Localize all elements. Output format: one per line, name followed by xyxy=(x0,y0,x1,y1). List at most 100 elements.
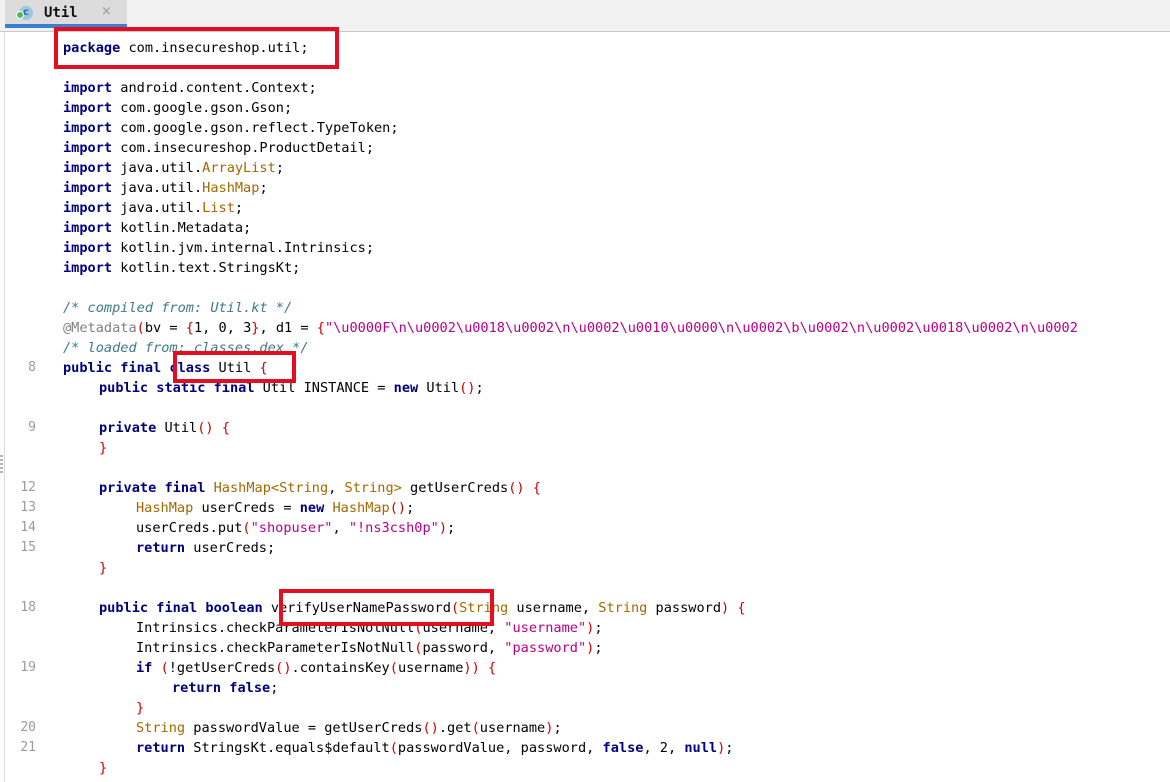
code-token: verifyUserNamePassword xyxy=(262,600,451,616)
code-token: return xyxy=(136,540,186,556)
code-line[interactable] xyxy=(0,458,1170,478)
code-text: private final HashMap<String, String> ge… xyxy=(99,478,541,498)
code-text: Intrinsics.checkParameterIsNotNull(usern… xyxy=(136,618,603,638)
code-token: HashMap xyxy=(136,500,194,516)
code-token: userCreds.put xyxy=(136,520,243,536)
code-line[interactable]: return false; xyxy=(0,678,1170,698)
code-token: , xyxy=(332,520,349,536)
code-line[interactable] xyxy=(0,58,1170,78)
close-icon[interactable]: × xyxy=(101,4,112,19)
code-editor[interactable]: package com.insecureshop.util; import and… xyxy=(0,38,1170,778)
line-number: 15 xyxy=(20,540,36,555)
code-line[interactable]: 20 String passwordValue = getUserCreds().… xyxy=(0,718,1170,738)
code-token: ) { xyxy=(721,600,746,616)
editor-tab-util[interactable]: c Util × xyxy=(5,0,127,28)
code-line[interactable]: 8 public final class Util { xyxy=(0,358,1170,378)
code-token: , xyxy=(328,480,345,496)
code-token: .containsKey xyxy=(291,660,390,676)
code-token: import xyxy=(63,140,113,156)
code-token: android.content.Context; xyxy=(112,80,317,96)
code-token: kotlin.text.StringsKt; xyxy=(112,260,301,276)
code-token: return xyxy=(136,740,186,756)
code-line[interactable]: /* compiled from: Util.kt */ xyxy=(0,298,1170,318)
code-token: import xyxy=(63,200,113,216)
code-token: String xyxy=(136,720,186,736)
code-line[interactable]: import java.util.ArrayList; xyxy=(0,158,1170,178)
code-token: package xyxy=(63,40,121,56)
code-line[interactable]: Intrinsics.checkParameterIsNotNull(usern… xyxy=(0,618,1170,638)
code-line[interactable]: 21 return StringsKt.equals$default(passwo… xyxy=(0,738,1170,758)
code-line[interactable]: } xyxy=(0,438,1170,458)
code-token: com.google.gson.reflect.TypeToken; xyxy=(112,120,399,136)
code-line[interactable]: import java.util.HashMap; xyxy=(0,178,1170,198)
code-token: bv = xyxy=(144,320,186,336)
code-text: if (!getUserCreds().containsKey(username… xyxy=(136,658,496,678)
code-line[interactable]: import kotlin.Metadata; xyxy=(0,218,1170,238)
code-line[interactable]: import kotlin.text.StringsKt; xyxy=(0,258,1170,278)
code-text: import com.google.gson.reflect.TypeToken… xyxy=(63,118,399,138)
line-number: 18 xyxy=(20,600,36,615)
code-token: import xyxy=(63,80,113,96)
code-line[interactable]: import android.content.Context; xyxy=(0,78,1170,98)
line-number: 21 xyxy=(20,740,36,755)
code-line[interactable]: import kotlin.jvm.internal.Intrinsics; xyxy=(0,238,1170,258)
code-token: ; xyxy=(594,620,603,636)
code-token: HashMap<String xyxy=(213,480,329,496)
code-token: ( xyxy=(136,320,145,336)
code-token: ( xyxy=(242,520,251,536)
code-token: import xyxy=(63,240,113,256)
code-line[interactable]: 18 public final boolean verifyUserNamePas… xyxy=(0,598,1170,618)
code-line[interactable]: 19 if (!getUserCreds().containsKey(userna… xyxy=(0,658,1170,678)
code-line[interactable] xyxy=(0,398,1170,418)
code-token: username, xyxy=(422,620,505,636)
code-line[interactable]: 13 HashMap userCreds = new HashMap(); xyxy=(0,498,1170,518)
code-token: ; xyxy=(725,740,734,756)
code-token: import xyxy=(63,180,113,196)
code-token: ; xyxy=(259,180,268,196)
code-token: new xyxy=(299,500,325,516)
editor-tab-bar: c Util × xyxy=(0,0,1170,32)
code-line[interactable]: @Metadata(bv = {1, 0, 3}, d1 = {"\u0000F… xyxy=(0,318,1170,338)
code-line[interactable]: } xyxy=(0,698,1170,718)
code-text: return StringsKt.equals$default(password… xyxy=(136,738,733,758)
code-token: HashMap xyxy=(332,500,390,516)
code-line[interactable]: import com.google.gson.reflect.TypeToken… xyxy=(0,118,1170,138)
code-line[interactable] xyxy=(0,278,1170,298)
code-token: /* compiled from: Util.kt */ xyxy=(63,300,293,316)
code-token: username, xyxy=(508,600,599,616)
code-token: if xyxy=(136,660,153,676)
code-line[interactable]: } xyxy=(0,758,1170,778)
code-token: () xyxy=(459,380,476,396)
code-text: import java.util.List; xyxy=(63,198,243,218)
code-line[interactable]: Intrinsics.checkParameterIsNotNull(passw… xyxy=(0,638,1170,658)
code-token: password xyxy=(647,600,722,616)
code-text: private Util() { xyxy=(99,418,230,438)
code-line[interactable] xyxy=(0,578,1170,598)
code-line[interactable]: /* loaded from: classes.dex */ xyxy=(0,338,1170,358)
code-line[interactable]: import com.insecureshop.ProductDetail; xyxy=(0,138,1170,158)
code-token: com.insecureshop.ProductDetail; xyxy=(112,140,375,156)
code-text: Intrinsics.checkParameterIsNotNull(passw… xyxy=(136,638,603,658)
code-token: /* loaded from: classes.dex */ xyxy=(63,340,309,356)
code-token: java.util. xyxy=(112,180,203,196)
code-line[interactable]: import com.google.gson.Gson; xyxy=(0,98,1170,118)
code-line[interactable]: } xyxy=(0,558,1170,578)
code-token: ( xyxy=(450,600,460,616)
code-token: userCreds; xyxy=(185,540,276,556)
code-token: import xyxy=(63,260,113,276)
code-token: "username" xyxy=(504,620,587,636)
code-token: "!ns3csh0p" xyxy=(348,520,439,536)
code-line[interactable]: 12 private final HashMap<String, String> … xyxy=(0,478,1170,498)
code-line[interactable]: package com.insecureshop.util; xyxy=(0,38,1170,58)
code-line[interactable]: 14 userCreds.put("shopuser", "!ns3csh0p")… xyxy=(0,518,1170,538)
code-token: username xyxy=(479,720,546,736)
code-text: import kotlin.Metadata; xyxy=(63,218,251,238)
code-line[interactable]: public static final Util INSTANCE = new … xyxy=(0,378,1170,398)
code-token: java.util. xyxy=(112,200,203,216)
code-line[interactable]: 15 return userCreds; xyxy=(0,538,1170,558)
code-line[interactable]: import java.util.List; xyxy=(0,198,1170,218)
code-text: import com.google.gson.Gson; xyxy=(63,98,292,118)
code-line[interactable]: 9 private Util() { xyxy=(0,418,1170,438)
code-token: public static final xyxy=(99,380,255,396)
code-token: ; xyxy=(234,200,244,216)
